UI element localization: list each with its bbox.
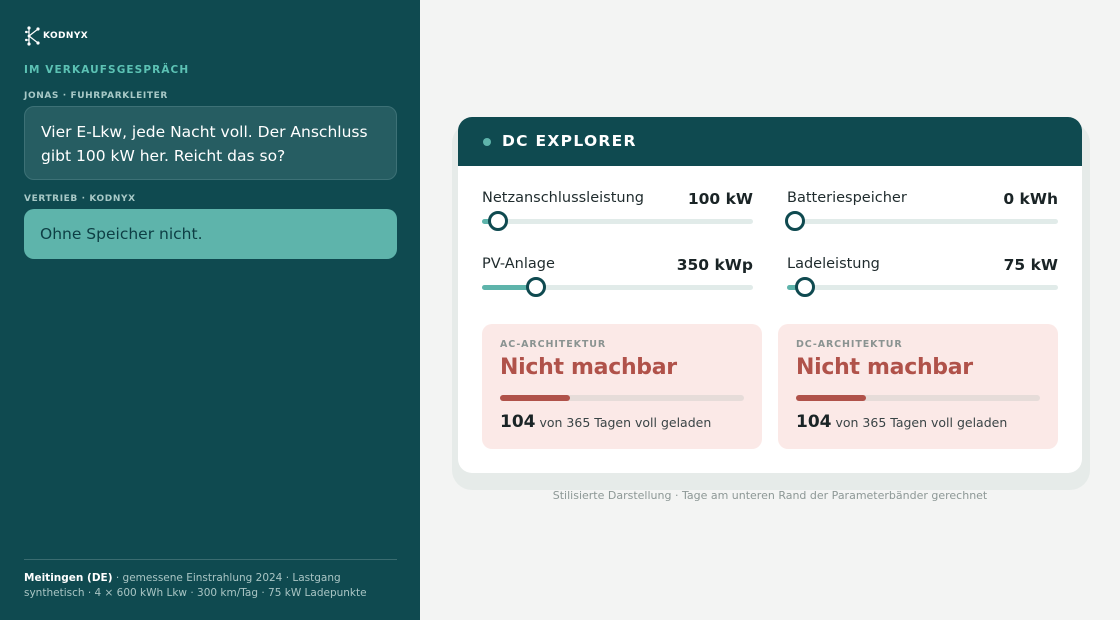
slider-battery-storage[interactable]: Batteriespeicher 0 kWh [785, 190, 1058, 231]
result-progress-fill [500, 395, 570, 401]
result-days-count: 104 [796, 412, 832, 432]
scenario-footnote: Meitingen (DE) · gemessene Einstrahlung … [24, 571, 396, 601]
result-days: 104 von 365 Tagen voll geladen [796, 412, 1007, 432]
slider-label: Netzanschlussleistung [482, 190, 644, 206]
slider-thumb[interactable] [487, 211, 508, 231]
status-dot-icon [483, 138, 491, 146]
result-card-dc: DC-ARCHITEKTUR Nicht machbar 104 von 365… [778, 324, 1058, 449]
slider-thumb[interactable] [525, 277, 546, 297]
result-card-ac: AC-ARCHITEKTUR Nicht machbar 104 von 365… [482, 324, 762, 449]
slider-thumb[interactable] [785, 211, 805, 231]
slider-track[interactable] [787, 219, 1058, 224]
speaker-label-customer: JONAS · FUHRPARKLEITER [24, 91, 168, 101]
slider-track[interactable] [787, 285, 1058, 290]
result-days: 104 von 365 Tagen voll geladen [500, 412, 711, 432]
kodnyx-network-logo-icon [25, 26, 40, 46]
result-progress-bar [500, 395, 744, 401]
brand-logo: KODNYX [25, 26, 88, 46]
slider-track[interactable] [482, 285, 753, 290]
slider-thumb[interactable] [795, 277, 816, 297]
slider-label: Batteriespeicher [787, 190, 907, 206]
card-header: DC EXPLORER [458, 117, 1082, 166]
result-status: Nicht machbar [796, 355, 973, 380]
result-progress-bar [796, 395, 1040, 401]
slider-charging-power[interactable]: Ladeleistung 75 kW [787, 256, 1058, 297]
result-days-count: 104 [500, 412, 536, 432]
section-label: IM VERKAUFSGESPRÄCH [24, 64, 190, 76]
card-title: DC EXPLORER [502, 132, 637, 150]
slider-label: Ladeleistung [787, 256, 880, 272]
result-days-text: von 365 Tagen voll geladen [535, 415, 712, 430]
conversation-sidebar: KODNYX IM VERKAUFSGESPRÄCH JONAS · FUHRP… [0, 0, 420, 620]
result-status: Nicht machbar [500, 355, 677, 380]
result-kicker: DC-ARCHITEKTUR [796, 339, 903, 350]
chat-bubble-customer: Vier E-Lkw, jede Nacht voll. Der Anschlu… [24, 106, 397, 180]
footnote-location: Meitingen (DE) [24, 572, 113, 584]
logo-wordmark: KODNYX [43, 31, 89, 41]
chat-bubble-sales: Ohne Speicher nicht. [24, 209, 397, 259]
explorer-caption: Stilisierte Darstellung · Tage am untere… [552, 489, 988, 502]
slider-label: PV-Anlage [482, 256, 555, 272]
result-days-text: von 365 Tagen voll geladen [831, 415, 1008, 430]
result-progress-fill [796, 395, 866, 401]
slider-value: 75 kW [1003, 256, 1058, 274]
slider-grid-connection[interactable]: Netzanschlussleistung 100 kW [482, 190, 753, 231]
slider-value: 100 kW [687, 190, 753, 208]
sidebar-divider [24, 559, 397, 560]
slider-value: 0 kWh [1003, 190, 1058, 208]
speaker-label-sales: VERTRIEB · KODNYX [24, 194, 136, 204]
dc-explorer-card: DC EXPLORER Netzanschlussleistung 100 kW… [458, 117, 1082, 473]
result-kicker: AC-ARCHITEKTUR [500, 339, 607, 350]
slider-pv-system[interactable]: PV-Anlage 350 kWp [482, 256, 753, 297]
slider-track[interactable] [482, 219, 753, 224]
slider-value: 350 kWp [676, 256, 753, 274]
